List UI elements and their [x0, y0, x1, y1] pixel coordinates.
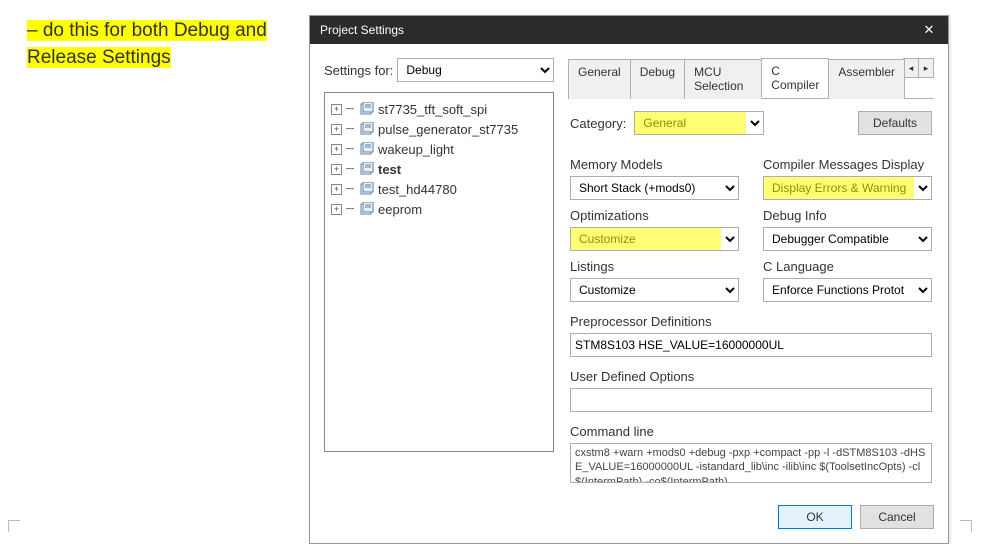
project-icon [360, 122, 374, 136]
project-tree[interactable]: +┈st7735_tft_soft_spi+┈pulse_generator_s… [324, 92, 554, 452]
cancel-button[interactable]: Cancel [860, 505, 934, 529]
expand-icon[interactable]: + [331, 184, 342, 195]
tab-scroll-right-icon[interactable]: ▸ [918, 58, 934, 78]
expand-icon[interactable]: + [331, 124, 342, 135]
listings-label: Listings [570, 259, 739, 274]
tree-item-pulse_generator_st7735[interactable]: +┈pulse_generator_st7735 [329, 119, 549, 139]
settings-for-label: Settings for: [324, 63, 393, 78]
optimizations-label: Optimizations [570, 208, 739, 223]
tab-strip: GeneralDebugMCU SelectionC CompilerAssem… [568, 58, 934, 99]
project-icon [360, 202, 374, 216]
compiler-messages-label: Compiler Messages Display [763, 157, 932, 172]
tree-item-label: eeprom [378, 202, 422, 217]
tab-c-compiler[interactable]: C Compiler [761, 58, 829, 98]
preprocessor-label: Preprocessor Definitions [570, 314, 932, 329]
page-corner-mark [960, 520, 972, 532]
project-icon [360, 142, 374, 156]
memory-models-select[interactable]: Short Stack (+mods0) [570, 176, 739, 200]
category-label: Category: [570, 116, 626, 131]
settings-for-select[interactable]: Debug [397, 58, 554, 82]
tree-item-label: pulse_generator_st7735 [378, 122, 518, 137]
expand-icon[interactable]: + [331, 164, 342, 175]
tab-scroll-left-icon[interactable]: ◂ [903, 58, 919, 78]
tab-assembler[interactable]: Assembler [828, 59, 905, 99]
page-corner-mark [8, 520, 20, 532]
user-options-input[interactable] [570, 388, 932, 412]
compiler-messages-select[interactable]: Display Errors & Warning [763, 176, 932, 200]
dialog-title: Project Settings [320, 23, 404, 37]
optimizations-select[interactable]: Customize [570, 227, 739, 251]
tree-item-label: st7735_tft_soft_spi [378, 102, 487, 117]
listings-select[interactable]: Customize [570, 278, 739, 302]
tab-debug[interactable]: Debug [630, 59, 685, 99]
ok-button[interactable]: OK [778, 505, 852, 529]
c-language-label: C Language [763, 259, 932, 274]
note-prefix: – [27, 20, 43, 41]
c-language-select[interactable]: Enforce Functions Protot [763, 278, 932, 302]
c-compiler-panel: Category: General Defaults Memory Models… [568, 99, 934, 485]
user-options-label: User Defined Options [570, 369, 932, 384]
tree-item-label: test [378, 162, 401, 177]
dialog-titlebar[interactable]: Project Settings ✕ [310, 16, 948, 44]
left-pane: Settings for: Debug +┈st7735_tft_soft_sp… [324, 58, 554, 485]
right-pane: GeneralDebugMCU SelectionC CompilerAssem… [568, 58, 934, 485]
preprocessor-input[interactable] [570, 333, 932, 357]
command-line-label: Command line [570, 424, 932, 439]
tree-item-st7735_tft_soft_spi[interactable]: +┈st7735_tft_soft_spi [329, 99, 549, 119]
project-settings-dialog: Project Settings ✕ Settings for: Debug +… [309, 15, 949, 544]
tree-item-label: test_hd44780 [378, 182, 457, 197]
close-icon[interactable]: ✕ [920, 22, 938, 38]
project-icon [360, 182, 374, 196]
instruction-note: – do this for both Debug and Release Set… [27, 18, 267, 71]
debug-info-select[interactable]: Debugger Compatible [763, 227, 932, 251]
tree-item-label: wakeup_light [378, 142, 454, 157]
debug-info-label: Debug Info [763, 208, 932, 223]
tree-item-test_hd44780[interactable]: +┈test_hd44780 [329, 179, 549, 199]
defaults-button[interactable]: Defaults [858, 111, 932, 135]
dialog-footer: OK Cancel [310, 495, 948, 543]
expand-icon[interactable]: + [331, 104, 342, 115]
expand-icon[interactable]: + [331, 204, 342, 215]
note-text: do this for both Debug and Release Setti… [27, 20, 267, 68]
tree-item-eeprom[interactable]: +┈eeprom [329, 199, 549, 219]
tree-item-test[interactable]: +┈test [329, 159, 549, 179]
memory-models-label: Memory Models [570, 157, 739, 172]
category-select[interactable]: General [634, 111, 764, 135]
command-line-box: cxstm8 +warn +mods0 +debug -pxp +compact… [570, 443, 932, 483]
project-icon [360, 162, 374, 176]
expand-icon[interactable]: + [331, 144, 342, 155]
tab-general[interactable]: General [568, 59, 631, 99]
tree-item-wakeup_light[interactable]: +┈wakeup_light [329, 139, 549, 159]
tab-mcu-selection[interactable]: MCU Selection [684, 59, 762, 99]
project-icon [360, 102, 374, 116]
